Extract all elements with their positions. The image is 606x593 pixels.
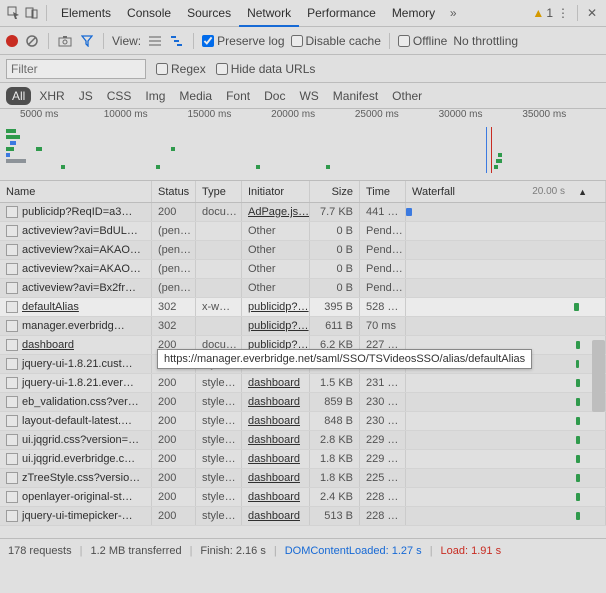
type-filter-all[interactable]: All <box>6 87 31 105</box>
device-icon[interactable] <box>24 5 40 21</box>
table-row[interactable]: zTreeStyle.css?versio…200style…dashboard… <box>0 469 606 488</box>
url-tooltip: https://manager.everbridge.net/saml/SSO/… <box>157 349 532 369</box>
col-waterfall[interactable]: Waterfall20.00 s▲ <box>406 181 606 202</box>
tab-elements[interactable]: Elements <box>53 1 119 26</box>
view-label: View: <box>112 34 141 48</box>
type-filter-font[interactable]: Font <box>220 87 256 105</box>
warning-icon[interactable]: ▲ <box>532 6 544 20</box>
table-row[interactable]: eb_validation.css?ver…200style…dashboard… <box>0 393 606 412</box>
type-filter-media[interactable]: Media <box>173 87 218 105</box>
table-row[interactable]: jquery-ui-timepicker-…200style…dashboard… <box>0 507 606 526</box>
table-row[interactable]: openlayer-original-st…200style…dashboard… <box>0 488 606 507</box>
devtools-tabs: ElementsConsoleSourcesNetworkPerformance… <box>0 0 606 27</box>
table-row[interactable]: defaultAlias302x-w…publicidp?…395 B528 … <box>0 298 606 317</box>
file-icon <box>6 225 18 237</box>
throttling-select[interactable]: No throttling <box>453 34 518 48</box>
view-list-icon[interactable] <box>147 33 163 49</box>
col-name[interactable]: Name <box>0 181 152 202</box>
file-icon <box>6 282 18 294</box>
tab-network[interactable]: Network <box>239 1 299 27</box>
table-row[interactable]: layout-default-latest.…200style…dashboar… <box>0 412 606 431</box>
file-icon <box>6 415 18 427</box>
file-icon <box>6 396 18 408</box>
separator <box>577 5 578 21</box>
warning-count: 1 <box>546 6 553 20</box>
file-icon <box>6 339 18 351</box>
record-button[interactable] <box>6 35 18 47</box>
col-time[interactable]: Time <box>360 181 406 202</box>
file-icon <box>6 453 18 465</box>
file-icon <box>6 434 18 446</box>
preserve-log-checkbox[interactable]: Preserve log <box>202 34 284 48</box>
table-row[interactable]: activeview?xai=AKAO…(pen…Other0 BPend… <box>0 260 606 279</box>
tab-console[interactable]: Console <box>119 1 179 26</box>
file-icon <box>6 510 18 522</box>
table-row[interactable]: ui.jqgrid.everbridge.c…200style…dashboar… <box>0 450 606 469</box>
disable-cache-checkbox[interactable]: Disable cache <box>291 34 381 48</box>
status-finish: Finish: 2.16 s <box>200 545 265 557</box>
status-dcl: DOMContentLoaded: 1.27 s <box>285 545 422 557</box>
type-filter-img[interactable]: Img <box>139 87 171 105</box>
col-size[interactable]: Size <box>310 181 360 202</box>
file-icon <box>6 377 18 389</box>
network-toolbar: View: Preserve log Disable cache Offline… <box>0 27 606 55</box>
filter-input[interactable] <box>6 59 146 79</box>
table-row[interactable]: activeview?avi=BdUL…(pen…Other0 BPend… <box>0 222 606 241</box>
type-filter-bar: AllXHRJSCSSImgMediaFontDocWSManifestOthe… <box>0 83 606 109</box>
separator <box>46 5 47 21</box>
file-icon <box>6 491 18 503</box>
table-row[interactable]: jquery-ui-1.8.21.ever…200style…dashboard… <box>0 374 606 393</box>
status-requests: 178 requests <box>8 545 72 557</box>
timeline-overview[interactable]: 5000 ms10000 ms15000 ms20000 ms25000 ms3… <box>0 109 606 181</box>
file-icon <box>6 320 18 332</box>
file-icon <box>6 206 18 218</box>
col-status[interactable]: Status <box>152 181 196 202</box>
tab-memory[interactable]: Memory <box>384 1 443 26</box>
type-filter-doc[interactable]: Doc <box>258 87 291 105</box>
tab-sources[interactable]: Sources <box>179 1 239 26</box>
table-body: publicidp?ReqID=a3…200docu…AdPage.js…7.7… <box>0 203 606 538</box>
clear-icon[interactable] <box>24 33 40 49</box>
type-filter-manifest[interactable]: Manifest <box>327 87 384 105</box>
table-row[interactable]: activeview?xai=AKAO…(pen…Other0 BPend… <box>0 241 606 260</box>
table-row[interactable]: manager.everbridg…302publicidp?…611 B70 … <box>0 317 606 336</box>
type-filter-xhr[interactable]: XHR <box>33 87 70 105</box>
offline-checkbox[interactable]: Offline <box>398 34 447 48</box>
status-transferred: 1.2 MB transferred <box>90 545 181 557</box>
status-bar: 178 requests| 1.2 MB transferred| Finish… <box>0 539 606 563</box>
file-icon <box>6 472 18 484</box>
tab-performance[interactable]: Performance <box>299 1 384 26</box>
kebab-menu-icon[interactable]: ⋮ <box>555 5 571 21</box>
col-type[interactable]: Type <box>196 181 242 202</box>
inspect-icon[interactable] <box>6 5 22 21</box>
table-header: Name Status Type Initiator Size Time Wat… <box>0 181 606 203</box>
col-initiator[interactable]: Initiator <box>242 181 310 202</box>
type-filter-js[interactable]: JS <box>73 87 99 105</box>
filter-bar: Regex Hide data URLs <box>0 55 606 83</box>
table-row[interactable]: publicidp?ReqID=a3…200docu…AdPage.js…7.7… <box>0 203 606 222</box>
view-waterfall-icon[interactable] <box>169 33 185 49</box>
type-filter-other[interactable]: Other <box>386 87 428 105</box>
capture-screenshot-icon[interactable] <box>57 33 73 49</box>
regex-checkbox[interactable]: Regex <box>156 62 206 76</box>
file-icon <box>6 244 18 256</box>
type-filter-ws[interactable]: WS <box>293 87 324 105</box>
hide-data-urls-checkbox[interactable]: Hide data URLs <box>216 62 316 76</box>
file-icon <box>6 301 18 313</box>
file-icon <box>6 358 18 370</box>
file-icon <box>6 263 18 275</box>
more-tabs-icon[interactable]: » <box>445 5 461 21</box>
table-row[interactable]: activeview?avi=Bx2fr…(pen…Other0 BPend… <box>0 279 606 298</box>
status-load: Load: 1.91 s <box>441 545 502 557</box>
close-icon[interactable]: ✕ <box>584 5 600 21</box>
type-filter-css[interactable]: CSS <box>101 87 138 105</box>
scrollbar-thumb[interactable] <box>592 340 605 412</box>
table-row[interactable]: ui.jqgrid.css?version=…200style…dashboar… <box>0 431 606 450</box>
filter-icon[interactable] <box>79 33 95 49</box>
